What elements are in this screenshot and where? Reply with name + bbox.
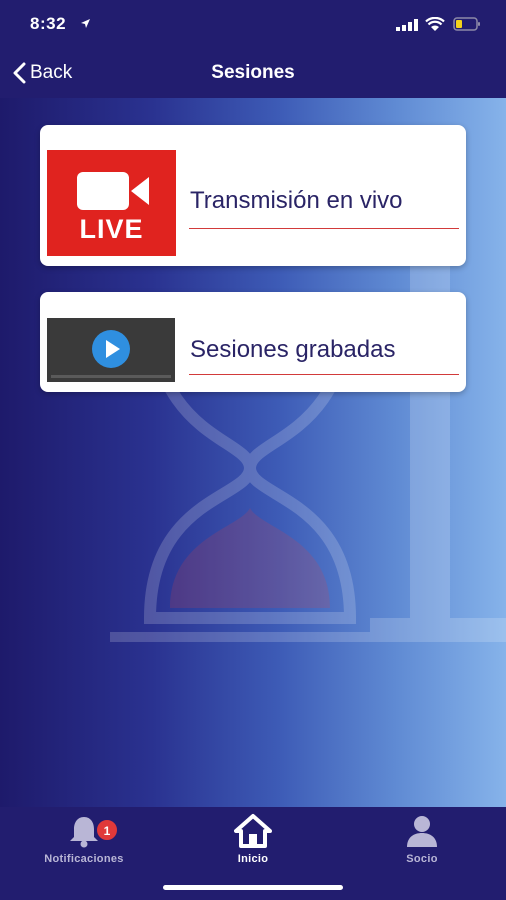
live-label: LIVE xyxy=(79,214,144,244)
battery-icon xyxy=(453,17,480,31)
tab-label-notificaciones: Notificaciones xyxy=(44,853,124,865)
tab-label-socio: Socio xyxy=(406,853,438,865)
video-camera-icon xyxy=(77,172,149,210)
recorded-sessions-card[interactable]: Sesiones grabadas xyxy=(40,292,466,392)
play-icon xyxy=(92,330,130,368)
page-title: Sesiones xyxy=(211,62,295,83)
video-progress-bar xyxy=(51,375,171,378)
notification-badge: 1 xyxy=(96,819,118,841)
navigation-bar: Back Sesiones xyxy=(0,48,506,98)
location-arrow-icon xyxy=(81,19,90,28)
live-stream-card[interactable]: LIVE Transmisión en vivo xyxy=(40,125,466,266)
title-underline xyxy=(189,228,459,229)
tab-notificaciones[interactable]: 1 Notificaciones xyxy=(24,813,144,865)
tab-label-inicio: Inicio xyxy=(237,853,269,865)
live-stream-title: Transmisión en vivo xyxy=(190,187,403,214)
recorded-sessions-title: Sesiones grabadas xyxy=(190,336,396,363)
person-icon xyxy=(407,816,437,847)
status-bar: 8:32 xyxy=(0,0,506,48)
home-icon xyxy=(234,814,272,848)
home-indicator xyxy=(163,885,343,890)
live-thumbnail: LIVE xyxy=(47,150,176,256)
signal-icon xyxy=(396,19,418,31)
wifi-icon xyxy=(425,17,445,31)
video-thumbnail xyxy=(47,318,175,382)
status-time: 8:32 xyxy=(30,14,67,33)
tab-socio[interactable]: Socio xyxy=(362,813,482,865)
tab-inicio[interactable]: Inicio xyxy=(193,813,313,865)
main-content: LIVE Transmisión en vivo Sesiones grabad… xyxy=(0,98,506,807)
title-underline xyxy=(189,374,459,375)
